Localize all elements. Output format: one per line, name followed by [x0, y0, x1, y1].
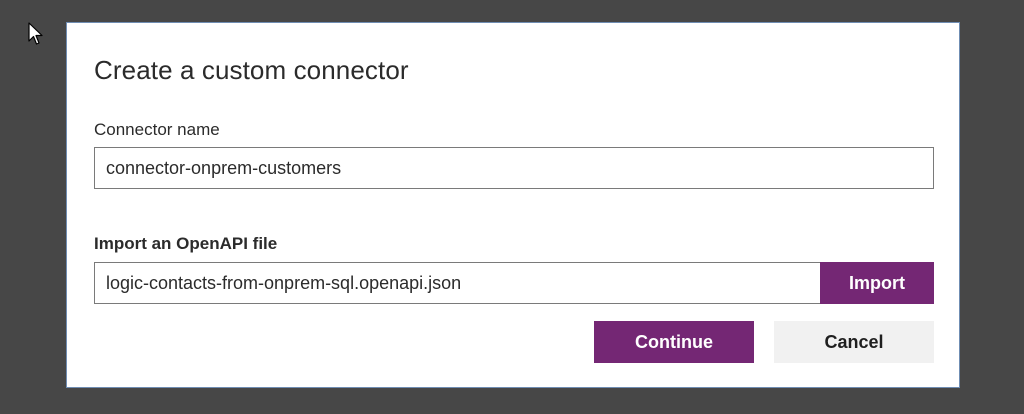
create-connector-dialog: Create a custom connector Connector name…	[66, 22, 960, 388]
continue-button[interactable]: Continue	[594, 321, 754, 363]
cancel-button[interactable]: Cancel	[774, 321, 934, 363]
dialog-title: Create a custom connector	[94, 55, 409, 85]
import-button[interactable]: Import	[820, 262, 934, 304]
connector-name-label: Connector name	[94, 120, 220, 139]
mouse-pointer-icon	[28, 22, 43, 45]
connector-name-input[interactable]	[94, 147, 934, 189]
openapi-file-label: Import an OpenAPI file	[94, 234, 278, 253]
openapi-file-input[interactable]	[94, 262, 821, 304]
